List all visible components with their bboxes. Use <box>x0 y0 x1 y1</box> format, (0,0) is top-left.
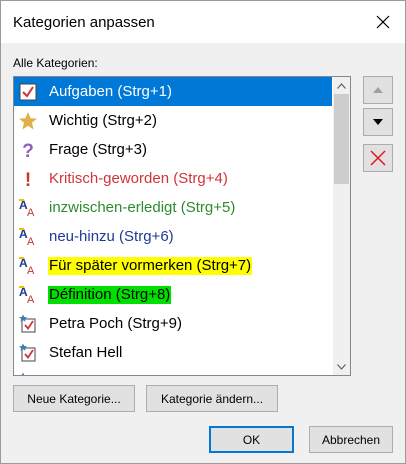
category-list[interactable]: Aufgaben (Strg+1) Wichtig (Strg+2)? Frage … <box>13 76 351 376</box>
person-check-icon <box>18 343 38 363</box>
scroll-down-button[interactable] <box>333 358 350 375</box>
category-item[interactable]: A A Définition (Strg+8) <box>14 280 332 309</box>
font-color-icon: AA <box>18 256 38 276</box>
category-label: Stefan Hell <box>49 344 123 361</box>
category-label: Définition (Strg+8) <box>48 286 172 304</box>
exclamation-icon: ! <box>18 169 38 189</box>
star-icon <box>18 111 38 131</box>
svg-text:A: A <box>27 236 35 247</box>
svg-text:A: A <box>27 207 35 218</box>
svg-text:A: A <box>27 294 35 305</box>
font-color-icon: AA <box>18 285 38 305</box>
category-label: Frage (Strg+3) <box>49 141 147 158</box>
category-item[interactable]: Daniel Dani <box>14 367 332 375</box>
vertical-scrollbar[interactable] <box>333 77 350 375</box>
category-item[interactable]: Stefan Hell <box>14 338 332 367</box>
triangle-up-icon <box>373 87 383 93</box>
category-item[interactable]: A A neu-hinzu (Strg+6) <box>14 222 332 251</box>
scroll-up-button[interactable] <box>333 77 350 94</box>
ok-button[interactable]: OK <box>209 426 294 453</box>
triangle-down-icon <box>373 119 383 125</box>
cancel-button[interactable]: Abbrechen <box>309 426 393 453</box>
category-label: Wichtig (Strg+2) <box>49 112 157 129</box>
move-down-button[interactable] <box>363 108 393 136</box>
svg-text:!: ! <box>25 170 31 189</box>
category-item[interactable]: Petra Poch (Strg+9) <box>14 309 332 338</box>
svg-text:?: ? <box>22 141 34 160</box>
all-categories-label: Alle Kategorien: <box>13 56 98 70</box>
category-label: Für später vormerken (Strg+7) <box>48 257 253 275</box>
category-item[interactable]: A A inzwischen-erledigt (Strg+5) <box>14 193 332 222</box>
chevron-down-icon <box>337 363 346 370</box>
new-category-button[interactable]: Neue Kategorie... <box>13 385 135 412</box>
person-check-icon <box>18 372 38 375</box>
font-color-icon: AA <box>18 227 38 247</box>
delete-icon <box>370 150 386 166</box>
customize-categories-dialog: Kategorien anpassen Alle Kategorien: Auf… <box>0 0 406 464</box>
title-bar: Kategorien anpassen <box>1 1 405 43</box>
checkbox-icon <box>18 82 38 102</box>
category-item[interactable]: Wichtig (Strg+2) <box>14 106 332 135</box>
font-color-icon: AA <box>18 198 38 218</box>
edit-category-button[interactable]: Kategorie ändern... <box>146 385 278 412</box>
dialog-title: Kategorien anpassen <box>13 14 155 31</box>
category-item[interactable]: ! Kritisch-geworden (Strg+4) <box>14 164 332 193</box>
delete-category-button[interactable] <box>363 144 393 172</box>
scroll-thumb[interactable] <box>334 94 349 184</box>
category-label: Kritisch-geworden (Strg+4) <box>49 170 228 187</box>
category-label: Daniel Dani <box>48 373 128 375</box>
close-icon <box>376 15 390 29</box>
svg-text:A: A <box>27 265 35 276</box>
category-rows: Aufgaben (Strg+1) Wichtig (Strg+2)? Frage … <box>14 77 332 375</box>
category-label: inzwischen-erledigt (Strg+5) <box>49 199 236 216</box>
category-item[interactable]: ? Frage (Strg+3) <box>14 135 332 164</box>
category-label: Petra Poch (Strg+9) <box>49 315 182 332</box>
category-item[interactable]: A A Für später vormerken (Strg+7) <box>14 251 332 280</box>
category-item[interactable]: Aufgaben (Strg+1) <box>14 77 332 106</box>
question-icon: ? <box>18 140 38 160</box>
chevron-up-icon <box>337 82 346 89</box>
category-label: Aufgaben (Strg+1) <box>49 83 172 100</box>
category-label: neu-hinzu (Strg+6) <box>49 228 174 245</box>
move-up-button[interactable] <box>363 76 393 104</box>
person-check-icon <box>18 314 38 334</box>
close-button[interactable] <box>361 1 405 43</box>
